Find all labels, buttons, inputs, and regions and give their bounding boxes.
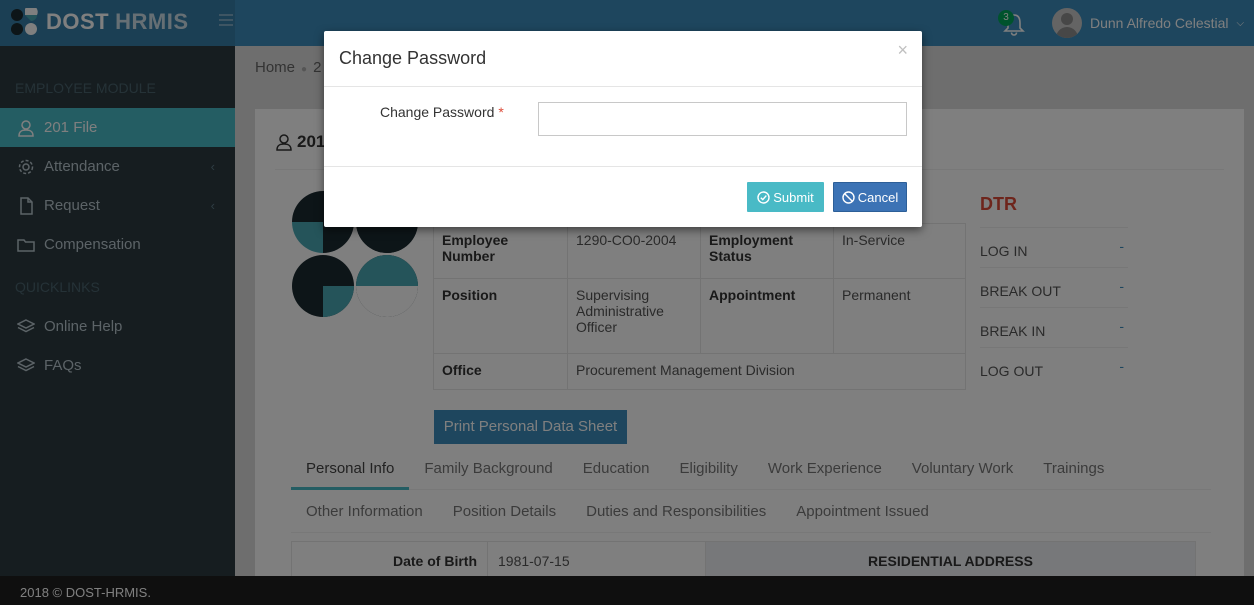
ban-icon <box>842 190 855 204</box>
cancel-label: Cancel <box>857 189 899 205</box>
modal-header: Change Password × <box>324 31 922 87</box>
submit-label: Submit <box>773 189 814 205</box>
check-circle-icon <box>757 190 770 204</box>
password-input[interactable] <box>538 102 907 136</box>
modal-body: Change Password * <box>324 87 922 167</box>
submit-button[interactable]: Submit <box>747 182 824 212</box>
cancel-button[interactable]: Cancel <box>833 182 907 212</box>
modal-footer: Submit Cancel <box>324 167 922 226</box>
password-label-text: Change Password <box>380 104 495 120</box>
modal-title: Change Password <box>339 48 487 68</box>
password-label: Change Password * <box>380 104 504 120</box>
close-icon[interactable]: × <box>897 40 908 61</box>
required-marker: * <box>498 104 504 120</box>
change-password-modal: Change Password × Change Password * Submi… <box>324 31 922 227</box>
